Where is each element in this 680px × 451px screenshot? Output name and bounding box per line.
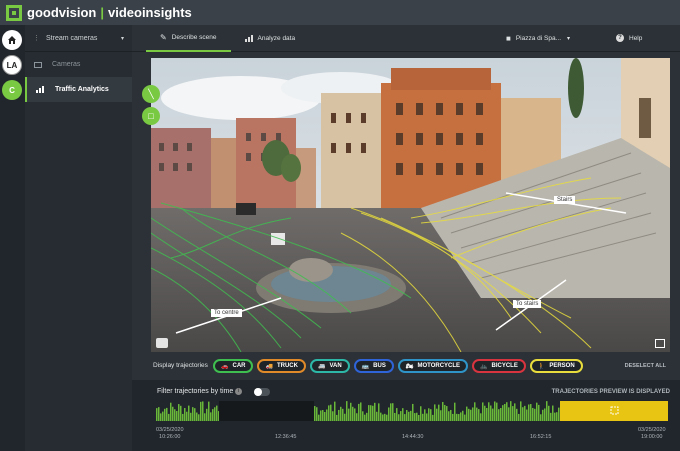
bicycle-icon: 🚲 [480,363,488,370]
chip-car[interactable]: 🚗 CAR [213,359,254,373]
draw-zone-button[interactable]: □ [142,107,160,125]
timeline-tick-3: 14:44:30 [402,434,424,440]
brand-separator: | [100,5,104,20]
camera-select-value: Piazza di Spa... [515,34,562,42]
goodvision-logo-icon [6,4,22,21]
chip-label: VAN [329,363,342,369]
van-icon: 🚐 [317,363,326,370]
timeline-tick-end: 03/25/2020 19:00:00 [638,427,666,440]
brand-name: goodvision [27,5,97,20]
info-icon[interactable]: i [235,388,243,395]
line-label-stairs[interactable]: Stairs [554,196,576,204]
drag-handle-icon: ⋮ [33,35,40,42]
help-label: Help [629,34,643,42]
chip-label: BICYCLE [491,363,518,369]
product-name: videoinsights [107,5,192,20]
person-icon: 🚶 [537,363,546,370]
pencil-icon: ✎ [160,32,167,42]
activity-histogram[interactable] [132,400,680,422]
line-tool-icon: ╲ [148,88,154,99]
display-trajectories-label: Display trajectories [153,362,208,369]
chip-bus[interactable]: 🚌 BUS [353,359,394,373]
trajectories-preview-status: TRAJECTORIES PREVIEW IS DISPLAYED [551,389,670,395]
stream-cameras-dropdown[interactable]: ⋮ Stream cameras ▾ [25,25,132,52]
video-camera-icon: ■ [506,33,511,43]
chip-person[interactable]: 🚶 PERSON [529,359,583,373]
line-label-to-stairs[interactable]: To stairs [513,300,542,308]
no-data-gap [219,401,314,421]
time-filter-toggle[interactable] [254,388,270,396]
time-filter-panel: Filter trajectories by time i TRAJECTORI… [132,380,680,451]
sidebar-item-cameras[interactable]: Cameras [25,52,132,77]
truck-icon: 🚚 [265,363,273,370]
chart-icon [244,34,253,42]
chip-label: BUS [373,363,386,369]
chip-van[interactable]: 🚐 VAN [309,359,350,373]
help-icon: ? [616,34,624,42]
top-bar: goodvision | videoinsights [0,0,680,25]
chip-truck[interactable]: 🚚 TRUCK [257,359,306,373]
tab-analyze-data[interactable]: Analyze data [231,25,310,52]
square-tool-icon: □ [148,111,154,121]
selected-range[interactable] [560,401,668,421]
scene-image [151,58,670,352]
home-button[interactable] [2,30,22,50]
bus-icon: 🚌 [361,363,370,370]
chip-label: CAR [232,363,246,369]
tab-label: Analyze data [257,34,296,42]
chip-label: MOTORCYCLE [417,363,461,369]
brand-logo[interactable]: goodvision | videoinsights [6,4,192,21]
chip-label: TRUCK [276,363,298,369]
chart-icon [36,86,44,93]
camera-scene[interactable]: Stairs To stairs To centre [151,58,670,352]
chip-bicycle[interactable]: 🚲 BICYCLE [472,359,526,373]
sidebar-header-label: Stream cameras [46,34,98,42]
tab-describe-scene[interactable]: ✎ Describe scene [146,25,231,52]
timeline-tick-4: 16:52:15 [530,434,552,440]
sidebar-item-label: Cameras [52,61,81,68]
workspace-la[interactable]: LA [2,55,22,75]
home-icon [8,36,16,44]
line-label-to-centre[interactable]: To centre [211,309,242,317]
chip-motorcycle[interactable]: 🏍 MOTORCYCLE [397,359,469,373]
chevron-down-icon: ▾ [567,35,571,42]
sidebar-item-label: Traffic Analytics [55,86,109,93]
sidebar: ⋮ Stream cameras ▾ Cameras Traffic Analy… [25,25,132,451]
timeline-tick-2: 12:36:45 [275,434,297,440]
trajectory-filters: Display trajectories 🚗 CAR 🚚 TRUCK 🚐 VAN 🚌 B… [132,352,680,380]
help-button[interactable]: ? Help [602,25,656,52]
camera-select[interactable]: ■ Piazza di Spa... ▾ [492,25,584,52]
filter-by-time-label: Filter trajectories by time i [157,388,243,395]
motorcycle-icon: 🏍 [405,363,414,370]
workspace-c[interactable]: C [2,80,22,100]
main-panel: ✎ Describe scene Analyze data ■ Piazza d… [132,25,680,451]
tab-label: Describe scene [171,33,217,41]
sidebar-item-traffic-analytics[interactable]: Traffic Analytics [25,77,132,102]
chevron-down-icon: ▾ [120,35,124,42]
deselect-all-button[interactable]: DESELECT ALL [625,363,666,369]
chip-label: PERSON [549,363,575,369]
camera-snapshot-icon[interactable] [156,338,168,348]
car-icon: 🚗 [221,363,229,370]
workspace-rail: LA C [0,25,25,451]
tab-bar: ✎ Describe scene Analyze data ■ Piazza d… [132,25,680,52]
timeline-tick-start: 03/25/2020 10:26:00 [156,427,184,440]
camera-icon [34,61,42,68]
draw-line-button[interactable]: ╲ [142,85,160,103]
image-icon[interactable] [655,339,665,348]
filter-by-time-text: Filter trajectories by time [157,388,234,395]
